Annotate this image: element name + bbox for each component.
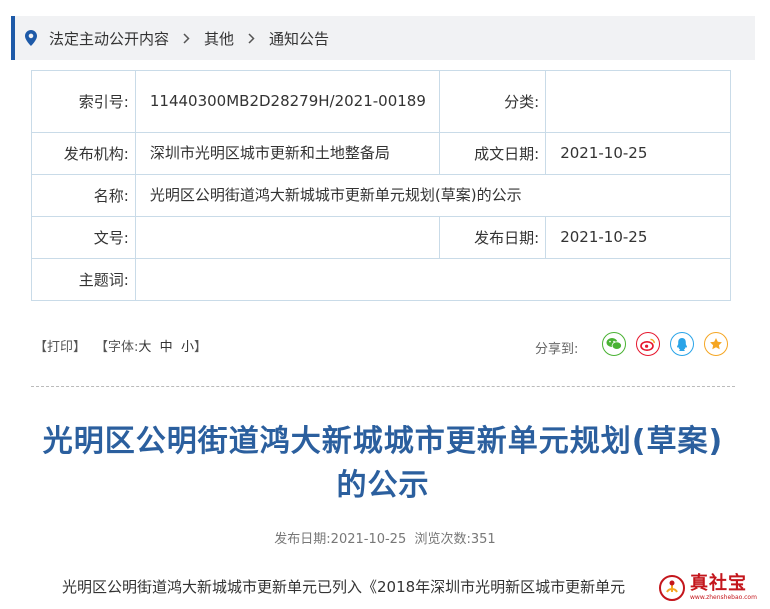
weibo-icon [640, 338, 655, 351]
share-qq-button[interactable] [670, 332, 694, 356]
share-favorite-button[interactable] [704, 332, 728, 356]
keywords-value [134, 258, 732, 301]
publish-date-label: 发布日期: [439, 216, 547, 259]
font-medium-button[interactable]: 中 [160, 340, 173, 355]
wechat-icon [606, 338, 622, 350]
breadcrumb-item-public-content[interactable]: 法定主动公开内容 [49, 28, 169, 49]
watermark: 真社宝 www.zhenshebao.com [658, 571, 766, 605]
chevron-right-icon [183, 32, 190, 44]
index-label: 索引号: [31, 70, 136, 133]
article-title: 光明区公明街道鸿大新城城市更新单元规划(草案)的公示 [42, 424, 724, 503]
index-value: 11440300MB2D28279H/2021-00189 [134, 70, 441, 133]
name-label: 名称: [31, 174, 136, 217]
share-label: 分享到: [535, 342, 579, 357]
font-large-button[interactable]: 大 [138, 340, 151, 355]
font-size-prefix: 【字体: [95, 340, 139, 355]
font-size-control: 【字体:大 中 小】 [95, 336, 207, 355]
article-body: 光明区公明街道鸿大新城城市更新单元已列入《2018年深圳市光明新区城市更新单元 [62, 578, 626, 596]
font-size-suffix: 】 [193, 340, 207, 355]
document-info-table: 索引号: 11440300MB2D28279H/2021-00189 分类: 发… [31, 70, 732, 301]
doc-number-label: 文号: [31, 216, 136, 259]
watermark-text: 真社宝 [690, 573, 747, 594]
qq-icon [677, 337, 687, 351]
watermark-url: www.zhenshebao.com [690, 594, 757, 601]
category-value [545, 70, 731, 133]
star-icon [710, 338, 722, 350]
category-label: 分类: [439, 70, 547, 133]
name-value: 光明区公明街道鸿大新城城市更新单元规划(草案)的公示 [134, 174, 732, 217]
article-meta: 发布日期:2021-10-25 浏览次数:351 [274, 532, 496, 547]
chevron-right-icon [248, 32, 255, 44]
divider [31, 386, 735, 387]
watermark-logo-icon [659, 575, 685, 601]
share-wechat-button[interactable] [602, 332, 626, 356]
font-small-button[interactable]: 小 [181, 340, 194, 355]
created-date-label: 成文日期: [439, 132, 547, 175]
breadcrumb-item-notices[interactable]: 通知公告 [269, 28, 329, 49]
publish-date-value: 2021-10-25 [545, 216, 731, 259]
location-pin-icon [25, 30, 37, 46]
created-date-value: 2021-10-25 [545, 132, 731, 175]
print-link[interactable]: 【打印】 [34, 336, 86, 355]
keywords-label: 主题词: [31, 258, 136, 301]
share-weibo-button[interactable] [636, 332, 660, 356]
publisher-value: 深圳市光明区城市更新和土地整备局 [134, 132, 441, 175]
doc-number-value [134, 216, 441, 259]
breadcrumb-item-other[interactable]: 其他 [204, 28, 234, 49]
publisher-label: 发布机构: [31, 132, 136, 175]
breadcrumb: 法定主动公开内容 其他 通知公告 [11, 16, 755, 60]
